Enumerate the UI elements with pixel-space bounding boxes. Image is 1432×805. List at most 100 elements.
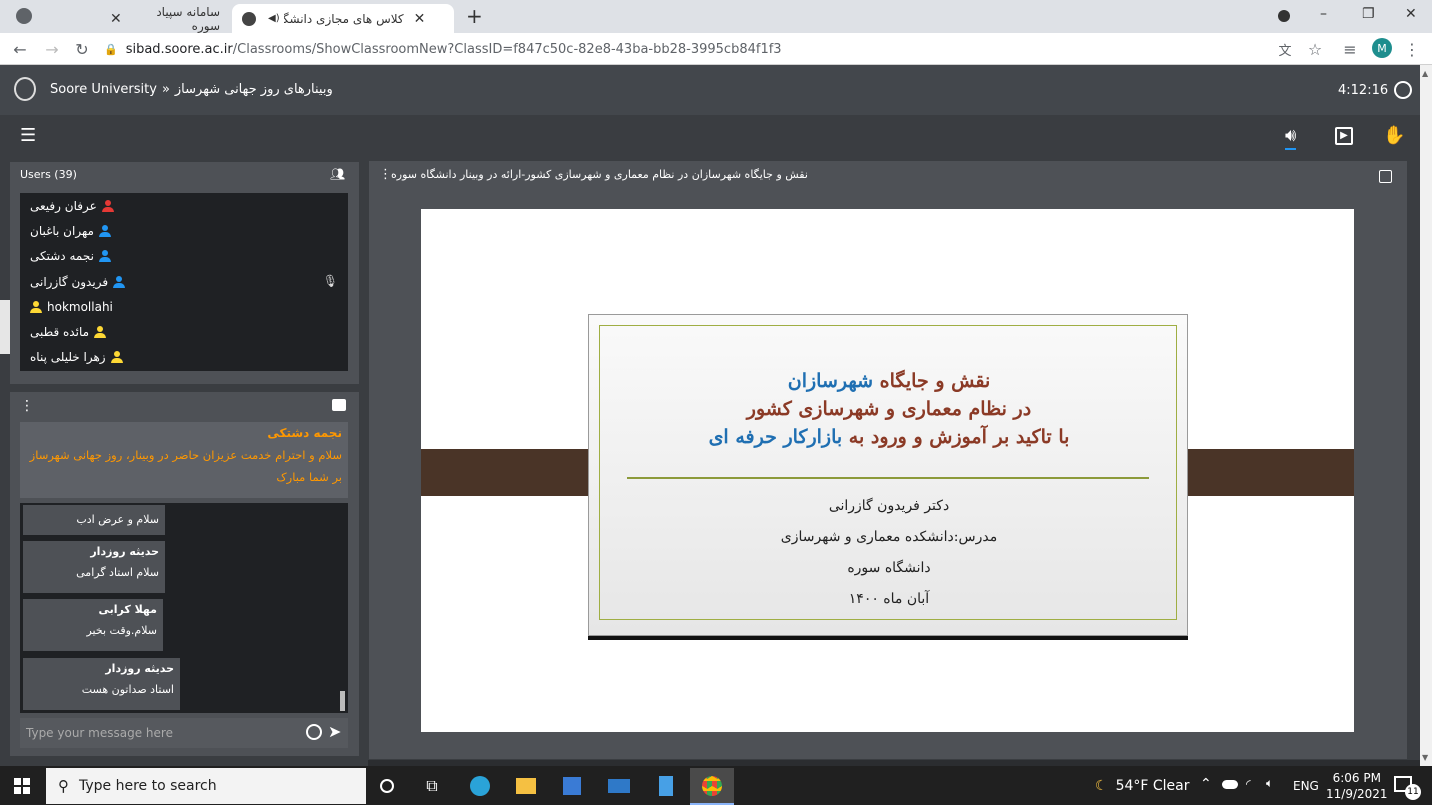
notepad-icon[interactable] — [647, 770, 685, 802]
emoji-icon[interactable] — [306, 724, 322, 740]
breadcrumb-site[interactable]: Soore University — [50, 82, 157, 97]
session-timer: 4:12:16 — [1338, 81, 1413, 99]
lock-icon: 🔒 — [104, 42, 118, 56]
volume-icon[interactable]: 🔊︎ — [1285, 125, 1297, 150]
mail-icon[interactable] — [600, 770, 638, 802]
presentation-play-icon[interactable] — [1379, 170, 1392, 183]
url-host: sibad.soore.ac.ir — [125, 41, 233, 57]
user-icon — [113, 275, 126, 288]
back-icon[interactable]: ← — [10, 39, 30, 59]
url-field[interactable]: 🔒 sibad.soore.ac.ir /Classrooms/ShowClas… — [104, 37, 782, 61]
list-item[interactable]: زهرا خلیلی پناه — [20, 345, 348, 370]
windows-start-icon[interactable] — [14, 778, 30, 794]
slide-bar-left — [421, 449, 609, 496]
slide-date: آبان ماه ۱۴۰۰ — [848, 591, 930, 607]
browser-kebab-icon[interactable]: ⋮ — [1402, 39, 1422, 59]
onedrive-icon[interactable] — [1222, 780, 1238, 789]
weather-widget[interactable]: ☾ 54°F Clear — [1095, 778, 1190, 794]
chat-icon[interactable] — [332, 399, 346, 411]
chat-input[interactable]: Type your message here ➤ — [20, 718, 348, 748]
tab-search-icon[interactable] — [1278, 10, 1290, 22]
timer-value: 4:12:16 — [1338, 82, 1389, 98]
profile-avatar[interactable]: M — [1372, 38, 1392, 58]
list-item[interactable]: فریدون گازرانی 🎙︎ — [20, 269, 348, 294]
browser-menu-icon[interactable] — [16, 8, 32, 24]
clock[interactable]: 6:06 PM 11/9/2021 — [1326, 770, 1388, 802]
user-icon — [110, 351, 123, 364]
wifi-icon[interactable]: ◜ — [1246, 777, 1251, 791]
file-explorer-icon[interactable] — [507, 770, 545, 802]
slide-card: نقش و جایگاه شهرسازان در نظام معماری و ش… — [588, 314, 1188, 636]
tab-virtual-classes[interactable]: ◀) کلاس های مجازی دانشگاه سور ✕ — [232, 4, 454, 33]
slide-bar-right — [1166, 449, 1354, 496]
list-item[interactable]: عرفان رفیعی — [20, 193, 348, 218]
maximize-button[interactable]: ❐ — [1362, 6, 1375, 22]
tab-title: کلاس های مجازی دانشگاه سور — [283, 11, 404, 26]
page-scrollbar[interactable]: ▲ ▼ — [1420, 65, 1432, 766]
send-icon[interactable]: ➤ — [328, 722, 341, 741]
play-presentation-icon[interactable]: ▶ — [1335, 127, 1353, 145]
pinned-text: سلام و احترام خدمت عزیزان حاضر در وبینار… — [29, 448, 342, 484]
chat-messages: سلام و عرض ادب حدیثه روزدار سلام استاد گ… — [20, 503, 348, 713]
translate-icon[interactable]: 文 — [1275, 39, 1295, 59]
list-item[interactable]: مهران باغبان — [20, 218, 348, 243]
list-item[interactable]: hokmollahi — [20, 294, 348, 319]
heading-line3-a: با تاکید بر آموزش و ورود به — [842, 426, 1070, 448]
heading-line3-b: بازارکار حرفه ای — [708, 426, 843, 448]
slide-author: دکتر فریدون گازرانی — [828, 498, 950, 514]
cortana-icon[interactable] — [368, 770, 406, 802]
users-group-icon[interactable]: 👥︎ — [330, 167, 345, 181]
speaker-icon[interactable]: ◀) — [268, 13, 280, 24]
edge-icon[interactable] — [461, 770, 499, 802]
browser-tab-strip: سامانه سپیاد سوره ✕ ◀) کلاس های مجازی دا… — [0, 0, 1432, 33]
new-tab-button[interactable]: + — [466, 4, 483, 28]
tray-chevron-icon[interactable]: ⌃ — [1200, 776, 1212, 792]
windows-taskbar: ⚲ Type here to search ⧉ ☾ 54°F Clear ⌃ ◜… — [0, 766, 1432, 805]
message-text: سلام.وقت بخیر — [86, 624, 157, 637]
list-item[interactable]: مائده قطبی — [20, 319, 348, 344]
reload-icon[interactable]: ↻ — [72, 39, 92, 59]
scroll-up-icon[interactable]: ▲ — [1422, 69, 1428, 78]
list-item[interactable]: نجمه دشتکی — [20, 244, 348, 269]
search-icon: ⚲ — [58, 777, 69, 795]
language-indicator[interactable]: ENG — [1293, 779, 1319, 793]
minimize-button[interactable]: – — [1320, 6, 1327, 22]
classroom-toolbar: ☰ 🔊︎ ▶ ✋ — [0, 115, 1432, 160]
users-title: Users (39) — [20, 168, 77, 181]
slide-university: دانشگاه سوره — [847, 560, 931, 576]
breadcrumb: Soore University » وبینارهای روز جهانی ش… — [50, 82, 333, 97]
app-header: Soore University » وبینارهای روز جهانی ش… — [0, 65, 1432, 115]
close-tab-icon[interactable]: ✕ — [110, 11, 122, 27]
chat-message: مهلا کرابی سلام.وقت بخیر — [23, 599, 163, 651]
close-tab-icon[interactable]: ✕ — [414, 11, 426, 27]
taskbar-search[interactable]: ⚲ Type here to search — [46, 768, 366, 804]
slide-details: دکتر فریدون گازرانی مدرس:دانشکده معماری … — [589, 491, 1189, 615]
tab-sepiad[interactable]: سامانه سپیاد سوره ✕ — [100, 4, 230, 33]
chat-options-icon[interactable]: ⋮ — [20, 398, 34, 414]
slide-heading: نقش و جایگاه شهرسازان در نظام معماری و ش… — [589, 367, 1189, 451]
close-window-button[interactable]: ✕ — [1405, 6, 1417, 22]
volume-tray-icon[interactable]: 🔈︎ — [1266, 776, 1273, 791]
task-view-icon[interactable]: ⧉ — [413, 770, 451, 802]
chat-scrollbar[interactable] — [340, 691, 345, 711]
chrome-icon[interactable] — [690, 768, 734, 805]
reading-list-icon[interactable]: ≡ — [1340, 39, 1360, 59]
user-name: زهرا خلیلی پناه — [30, 350, 106, 365]
clock-time: 6:06 PM — [1332, 771, 1381, 785]
slide: نقش و جایگاه شهرسازان در نظام معماری و ش… — [421, 209, 1354, 732]
message-text: سلام استاد گرامی — [76, 566, 159, 579]
address-bar: ← → ↻ 🔒 sibad.soore.ac.ir /Classrooms/Sh… — [0, 33, 1432, 65]
slide-role: مدرس:دانشکده معماری و شهرسازی — [780, 529, 998, 545]
scroll-down-icon[interactable]: ▼ — [1422, 753, 1428, 762]
user-icon — [94, 326, 107, 339]
user-icon — [98, 250, 111, 263]
forward-icon[interactable]: → — [42, 39, 62, 59]
hamburger-menu-icon[interactable]: ☰ — [20, 125, 36, 146]
store-icon[interactable] — [553, 770, 591, 802]
message-author: مهلا کرابی — [98, 603, 157, 616]
raise-hand-icon[interactable]: ✋ — [1383, 125, 1405, 146]
heading-line1-b: شهرسازان — [787, 370, 874, 392]
microphone-icon: 🎙︎ — [322, 273, 338, 288]
message-text: سلام و عرض ادب — [76, 513, 159, 526]
bookmark-star-icon[interactable]: ☆ — [1305, 39, 1325, 59]
